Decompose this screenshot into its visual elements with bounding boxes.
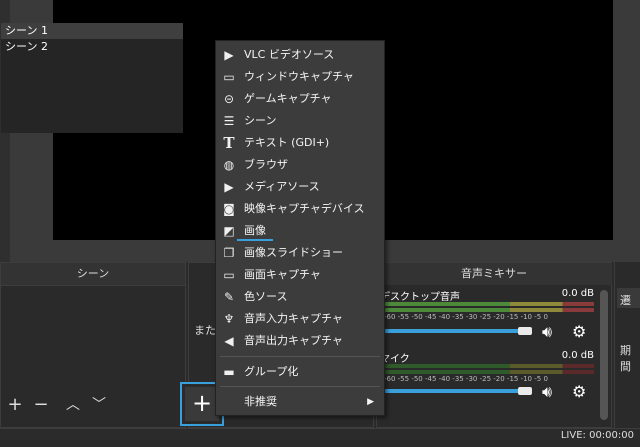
volume-meter [384,364,594,368]
scenes-toolbar: + − ︿ ﹀ [0,392,186,420]
menu-item-label: 画面キャプチャ [244,268,321,281]
menu-item-group[interactable]: ▬ グループ化 [216,361,384,383]
folder-icon: ▬ [223,365,235,379]
globe-icon: ◍ [223,158,235,172]
menu-item-label: ウィンドウキャプチャ [244,70,354,83]
menu-item-scene[interactable]: ☰ シーン [216,110,384,132]
scene-item[interactable]: シーン 1 [1,23,183,39]
menu-item-game-capture[interactable]: ⊝ ゲームキャプチャ [216,88,384,110]
speaker-icon[interactable]: 🔊︎ [542,384,552,400]
menu-item-label: 音声出力キャプチャ [244,334,343,347]
mixer-track-db: 0.0 dB [561,350,594,361]
brush-icon: ✎ [223,290,235,304]
speaker-icon: ◀ [224,334,234,348]
scene-item[interactable]: シーン 2 [1,39,183,55]
menu-item-label: 色ソース [244,290,288,303]
menu-item-display-capture[interactable]: ▭ 画面キャプチャ [216,264,384,286]
hover-underline [237,239,273,241]
menu-item-label: 映像キャプチャデバイス [244,202,365,215]
volume-meter [384,370,594,374]
window-icon: ▭ [223,70,235,84]
menu-item-browser[interactable]: ◍ ブラウザ [216,154,384,176]
add-source-menu: ▶ VLC ビデオソース ▭ ウィンドウキャプチャ ⊝ ゲームキャプチャ ☰ シ… [215,40,385,416]
menu-item-label: 音声入力キャプチャ [244,312,343,325]
menu-item-video-capture[interactable]: ◙ 映像キャプチャデバイス [216,198,384,220]
microphone-icon: ♆ [223,312,235,326]
slideshow-icon: ❐ [223,246,235,260]
menu-item-deprecated[interactable]: 非推奨 ▶ [216,391,384,413]
volume-meter [384,302,594,306]
menu-item-window-capture[interactable]: ▭ ウィンドウキャプチャ [216,66,384,88]
mixer-dock [376,262,612,428]
menu-item-media-source[interactable]: ▶ メディアソース [216,176,384,198]
menu-separator [220,386,380,387]
image-icon: ◩ [223,224,235,238]
menu-separator [220,356,380,357]
scenes-list[interactable]: シーン 1 シーン 2 [1,23,183,133]
remove-scene-button[interactable]: − [30,394,52,416]
meter-ticks: -60 -55 -50 -45 -40 -35 -30 -25 -20 -15 … [384,375,548,383]
monitor-icon: ▭ [223,268,235,282]
menu-item-color-source[interactable]: ✎ 色ソース [216,286,384,308]
menu-item-label: テキスト (GDI+) [244,136,330,149]
list-icon: ☰ [223,114,235,128]
menu-item-audio-input[interactable]: ♆ 音声入力キャプチャ [216,308,384,330]
menu-item-label: シーン [244,114,277,127]
menu-item-label: メディアソース [244,180,320,193]
live-timer: LIVE: 00:00:00 [560,430,634,441]
menu-item-label: ブラウザ [244,158,288,171]
volume-slider-thumb[interactable] [518,327,532,335]
meter-ticks: -60 -55 -50 -45 -40 -35 -30 -25 -20 -15 … [384,313,548,321]
volume-slider[interactable] [384,389,522,393]
menu-item-label: VLC ビデオソース [244,48,335,61]
mixer-track-name: デスクトップ音声 [380,292,460,303]
gamepad-icon: ⊝ [223,92,235,106]
menu-item-label: 画像スライドショー [244,246,343,259]
mixer-track-db: 0.0 dB [561,288,594,299]
menu-item-label: ゲームキャプチャ [244,92,332,105]
play-icon: ▶ [224,180,234,194]
menu-item-label: 非推奨 [244,395,277,408]
submenu-arrow-icon: ▶ [367,397,374,407]
plus-icon: + [185,387,219,421]
scenes-title: シーン [1,263,185,286]
menu-item-text-gdi[interactable]: T テキスト (GDI+) [216,132,384,154]
volume-slider[interactable] [384,329,522,333]
play-icon: ▶ [224,48,234,62]
mixer-title: 音声ミキサー [376,263,612,285]
menu-item-label: グループ化 [244,365,299,378]
mixer-scrollbar[interactable] [600,290,608,420]
volume-meter [384,308,594,312]
camera-icon: ◙ [223,202,235,216]
menu-item-audio-output[interactable]: ◀ 音声出力キャプチャ [216,330,384,352]
add-scene-button[interactable]: + [4,394,26,416]
speaker-icon[interactable]: 🔊︎ [542,324,552,340]
gear-icon[interactable]: ⚙ [572,384,586,400]
status-bar [0,428,640,447]
sources-hint-text: また [194,324,216,337]
gear-icon[interactable]: ⚙ [572,324,586,340]
move-scene-up-button[interactable]: ︿ [62,394,84,416]
text-icon: T [223,134,235,152]
menu-item-vlc-source[interactable]: ▶ VLC ビデオソース [216,44,384,66]
move-scene-down-button[interactable]: ﹀ [88,394,110,416]
volume-slider-thumb[interactable] [518,387,532,395]
transition-label: 遷 [620,294,631,307]
menu-item-image-slideshow[interactable]: ❐ 画像スライドショー [216,242,384,264]
duration-label: 期間 [620,344,631,373]
